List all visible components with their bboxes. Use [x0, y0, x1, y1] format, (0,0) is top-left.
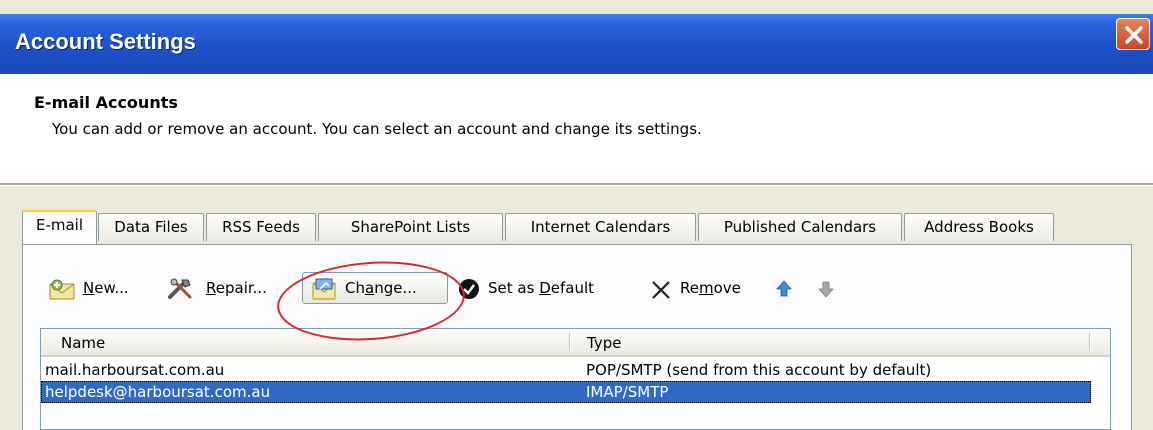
tab-data-files[interactable]: Data Files: [98, 213, 204, 241]
repair-label-key: R: [206, 279, 216, 297]
change-button[interactable]: Change...: [302, 272, 448, 304]
move-down-button[interactable]: [818, 276, 838, 304]
new-label-key: N: [83, 279, 95, 297]
accounts-list[interactable]: Name Type mail.harboursat.com.au POP/SMT…: [40, 328, 1111, 430]
header-description: You can add or remove an account. You ca…: [52, 120, 702, 138]
default-label-post: efault: [550, 279, 595, 297]
default-label-pre: Set as: [488, 279, 540, 297]
column-header-name[interactable]: Name: [61, 329, 105, 355]
header-title: E-mail Accounts: [34, 93, 178, 112]
remove-label-key: m: [698, 279, 714, 297]
header-separator: [0, 183, 1153, 186]
window-title: Account Settings: [15, 29, 196, 54]
list-header: Name Type: [41, 329, 1110, 357]
tab-label: Internet Calendars: [530, 218, 671, 236]
tab-label: RSS Feeds: [222, 218, 300, 236]
close-icon: [1125, 26, 1143, 44]
repair-label-post: epair...: [215, 279, 267, 297]
default-label-key: D: [539, 279, 551, 297]
new-label-post: ew...: [94, 279, 129, 297]
change-settings-icon: [310, 277, 340, 310]
tab-email[interactable]: E-mail: [22, 210, 97, 244]
account-name: helpdesk@harboursat.com.au: [45, 383, 271, 401]
account-settings-window: Account Settings E-mail Accounts You can…: [0, 0, 1153, 430]
tab-internet-calendars[interactable]: Internet Calendars: [505, 213, 696, 241]
account-type: POP/SMTP (send from this account by defa…: [586, 361, 932, 379]
set-default-button[interactable]: Set as Default: [458, 274, 630, 302]
table-row[interactable]: mail.harboursat.com.au POP/SMTP (send fr…: [41, 359, 1091, 381]
header-area: E-mail Accounts You can add or remove an…: [0, 74, 1153, 183]
check-default-icon: [458, 278, 480, 309]
move-up-button[interactable]: [776, 276, 796, 304]
remove-button[interactable]: Remove: [650, 274, 762, 302]
table-row[interactable]: helpdesk@harboursat.com.au IMAP/SMTP: [41, 381, 1091, 403]
column-header-type[interactable]: Type: [587, 329, 621, 355]
repair-button[interactable]: Repair...: [166, 274, 278, 302]
tab-label: E-mail: [35, 216, 84, 234]
tab-label: Data Files: [114, 218, 188, 236]
column-divider: [569, 333, 571, 351]
new-button[interactable]: New...: [48, 274, 156, 302]
account-name: mail.harboursat.com.au: [45, 361, 225, 379]
tab-label: SharePoint Lists: [350, 218, 471, 236]
tab-rss-feeds[interactable]: RSS Feeds: [206, 213, 316, 241]
remove-label-post: ove: [713, 279, 741, 297]
tab-published-calendars[interactable]: Published Calendars: [698, 213, 902, 241]
tab-label: Address Books: [924, 218, 1034, 236]
tab-address-books[interactable]: Address Books: [904, 213, 1054, 241]
repair-tools-icon: [166, 277, 198, 310]
column-divider: [1089, 333, 1091, 351]
remove-label-pre: Re: [680, 279, 699, 297]
change-label-key: a: [364, 279, 375, 297]
tab-sharepoint-lists[interactable]: SharePoint Lists: [318, 213, 503, 241]
close-button[interactable]: [1116, 18, 1150, 50]
change-label-pre: Ch: [345, 279, 365, 297]
account-type: IMAP/SMTP: [586, 383, 669, 401]
tab-label: Published Calendars: [723, 218, 877, 236]
change-label-post: nge...: [374, 279, 417, 297]
remove-x-icon: [650, 279, 672, 310]
title-bar: Account Settings: [0, 14, 1153, 74]
move-down-arrow-icon: [818, 279, 834, 307]
new-account-icon: [48, 277, 78, 310]
move-up-arrow-icon: [776, 279, 792, 307]
